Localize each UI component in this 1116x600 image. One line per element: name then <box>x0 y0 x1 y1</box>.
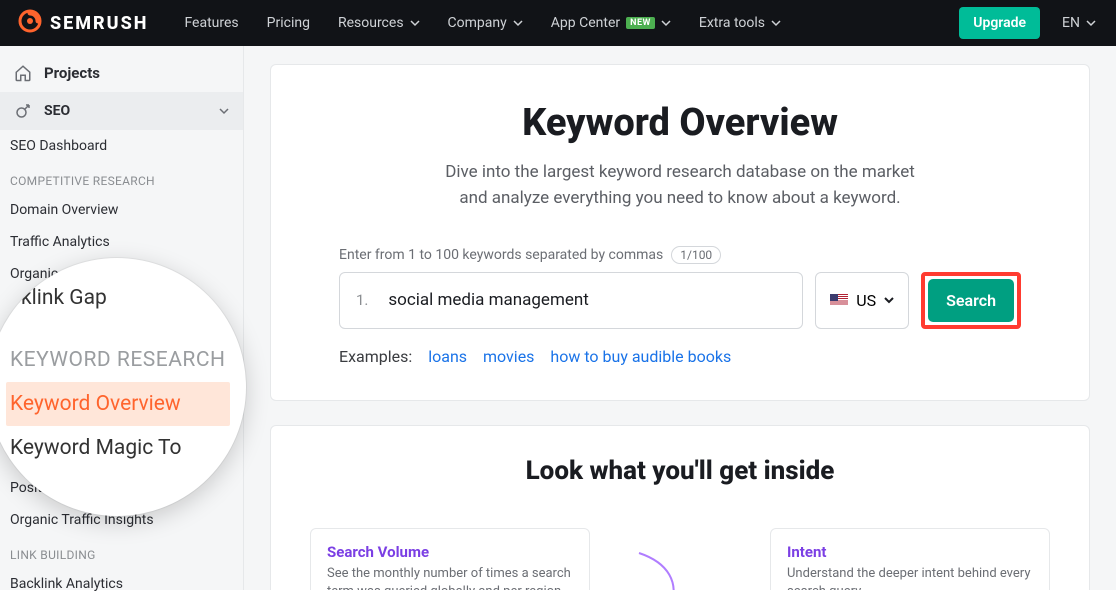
feature-intent: Intent Understand the deeper intent behi… <box>770 528 1050 590</box>
new-badge: NEW <box>626 17 655 29</box>
home-icon <box>14 64 32 82</box>
page-title: Keyword Overview <box>339 101 1021 145</box>
magnifier-item: Keyword Magic To <box>6 426 230 470</box>
inside-card: Look what you'll get inside Search Volum… <box>270 425 1090 590</box>
target-icon <box>14 102 32 120</box>
nav-pricing[interactable]: Pricing <box>267 15 310 31</box>
nav-label: Resources <box>338 15 404 31</box>
chevron-down-icon <box>1086 18 1096 28</box>
nav-label: Extra tools <box>699 15 765 31</box>
nav-resources[interactable]: Resources <box>338 15 420 31</box>
search-highlight: Search <box>921 272 1021 329</box>
nav-company[interactable]: Company <box>448 15 523 31</box>
sidebar-projects[interactable]: Projects <box>0 54 243 92</box>
country-label: US <box>856 291 876 310</box>
sidebar-category: LINK BUILDING <box>0 536 243 568</box>
sidebar-item-seo-dashboard[interactable]: SEO Dashboard <box>0 130 243 162</box>
nav-features[interactable]: Features <box>184 15 238 31</box>
magnifier-item-active[interactable]: Keyword Overview <box>6 382 230 426</box>
feature-row: Search Volume See the monthly number of … <box>299 528 1061 590</box>
sidebar-seo-section[interactable]: SEO <box>0 92 243 130</box>
language-selector[interactable]: EN <box>1062 15 1096 31</box>
brand-logo[interactable]: SEMRUSH <box>0 9 166 37</box>
example-link-audible[interactable]: how to buy audible books <box>550 347 731 366</box>
chevron-down-icon <box>884 295 894 305</box>
chevron-down-icon <box>513 18 523 28</box>
keyword-count-badge: 1/100 <box>671 246 721 264</box>
nav-links: Features Pricing Resources Company App C… <box>184 15 781 31</box>
search-row: 1. social media management US Search <box>339 272 1021 329</box>
arrow-decoration-icon <box>629 548 689 590</box>
magnifier-category: KEYWORD RESEARCH <box>6 338 230 382</box>
chevron-down-icon <box>410 18 420 28</box>
lang-label: EN <box>1062 15 1080 31</box>
nav-extra-tools[interactable]: Extra tools <box>699 15 781 31</box>
keyword-text: social media management <box>388 290 588 310</box>
brand-text: SEMRUSH <box>50 13 148 34</box>
top-nav: SEMRUSH Features Pricing Resources Compa… <box>0 0 1116 46</box>
nav-label: Features <box>184 15 238 31</box>
nav-label: Pricing <box>267 15 310 31</box>
text: and analyze everything you need to know … <box>459 188 900 208</box>
page-subtitle: Dive into the largest keyword research d… <box>339 159 1021 212</box>
feature-search-volume: Search Volume See the monthly number of … <box>310 528 590 590</box>
example-link-movies[interactable]: movies <box>483 347 534 366</box>
sidebar-item-label: SEO <box>44 103 70 119</box>
feature-heading[interactable]: Intent <box>787 543 1033 561</box>
examples-row: Examples: loans movies how to buy audibl… <box>339 347 1021 366</box>
nav-right: Upgrade EN <box>959 7 1116 39</box>
nav-app-center[interactable]: App Center NEW <box>551 15 671 31</box>
chevron-down-icon <box>771 18 781 28</box>
sidebar-item-label: Domain Overview <box>10 202 118 218</box>
hero-card: Keyword Overview Dive into the largest k… <box>270 64 1090 401</box>
keyword-index: 1. <box>356 291 368 309</box>
sidebar-item-backlink-analytics[interactable]: Backlink Analytics <box>0 568 243 600</box>
sidebar-category: COMPETITIVE RESEARCH <box>0 162 243 194</box>
sidebar-item-traffic-analytics[interactable]: Traffic Analytics <box>0 226 243 258</box>
feature-desc: Understand the deeper intent behind ever… <box>787 565 1033 590</box>
sidebar-item-label: Traffic Analytics <box>10 234 110 250</box>
nav-label: App Center <box>551 15 620 31</box>
text: Dive into the largest keyword research d… <box>445 162 915 182</box>
sidebar-item-domain-overview[interactable]: Domain Overview <box>0 194 243 226</box>
input-help-label: Enter from 1 to 100 keywords separated b… <box>339 247 663 263</box>
logo-icon <box>18 9 42 37</box>
magnifier-callout: cklink Gap KEYWORD RESEARCH Keyword Over… <box>0 258 246 516</box>
feature-heading[interactable]: Search Volume <box>327 543 573 561</box>
sidebar-item-label: Projects <box>44 64 100 82</box>
upgrade-button[interactable]: Upgrade <box>959 7 1040 39</box>
example-link-loans[interactable]: loans <box>428 347 467 366</box>
main-content: Keyword Overview Dive into the largest k… <box>244 46 1116 590</box>
input-meta: Enter from 1 to 100 keywords separated b… <box>339 246 1021 264</box>
search-button[interactable]: Search <box>928 279 1014 322</box>
inside-title: Look what you'll get inside <box>299 456 1061 486</box>
chevron-down-icon <box>219 106 229 116</box>
feature-desc: See the monthly number of times a search… <box>327 565 573 590</box>
keyword-input[interactable]: 1. social media management <box>339 272 803 329</box>
sidebar-item-label: SEO Dashboard <box>10 138 107 154</box>
us-flag-icon <box>830 294 848 306</box>
country-selector[interactable]: US <box>815 272 909 329</box>
examples-label: Examples: <box>339 347 412 366</box>
nav-label: Company <box>448 15 507 31</box>
chevron-down-icon <box>661 18 671 28</box>
